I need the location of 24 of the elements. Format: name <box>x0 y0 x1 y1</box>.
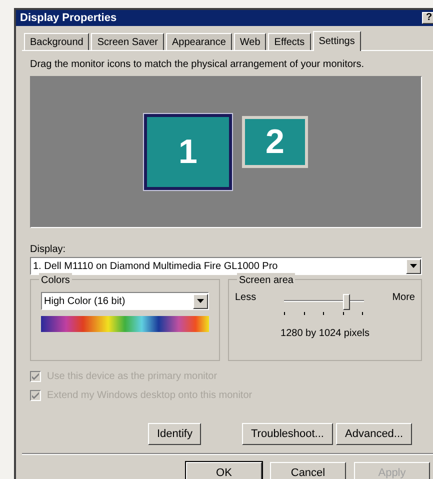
dialog-button[interactable]: Troubleshoot... <box>242 423 333 445</box>
color-spectrum-icon <box>41 316 209 332</box>
resolution-text: 1280 by 1024 pixels <box>280 327 370 341</box>
tab[interactable]: Settings <box>312 31 361 51</box>
monitor-tile[interactable]: 2 <box>242 116 308 168</box>
tab[interactable]: Web <box>234 33 266 50</box>
tab[interactable]: Background <box>24 33 90 50</box>
window-title: Display Properties <box>20 10 117 26</box>
display-dropdown[interactable]: 1. Dell M1110 on Diamond Multimedia Fire GL1000 Pro <box>30 257 422 275</box>
dialog-button[interactable]: OK <box>186 462 262 479</box>
monitor-tile[interactable]: 1 <box>144 114 232 190</box>
help-button[interactable]: ? <box>422 12 433 24</box>
tab[interactable]: Appearance <box>166 33 232 50</box>
instruction-text: Drag the monitor icons to match the physical arrangement of your monitors. <box>30 58 366 72</box>
dialog-button[interactable]: Advanced... <box>336 423 412 445</box>
colors-dropdown[interactable]: High Color (16 bit) <box>41 292 209 310</box>
slider-thumb[interactable] <box>342 294 350 310</box>
more-label: More <box>392 291 415 305</box>
less-label: Less <box>235 291 256 305</box>
dialog-button[interactable]: Cancel <box>270 462 346 479</box>
tab[interactable]: Effects <box>268 33 311 50</box>
display-label: Display: <box>30 243 67 257</box>
tab[interactable]: Screen Saver <box>91 33 164 50</box>
dialog-button[interactable]: Identify <box>148 423 202 445</box>
